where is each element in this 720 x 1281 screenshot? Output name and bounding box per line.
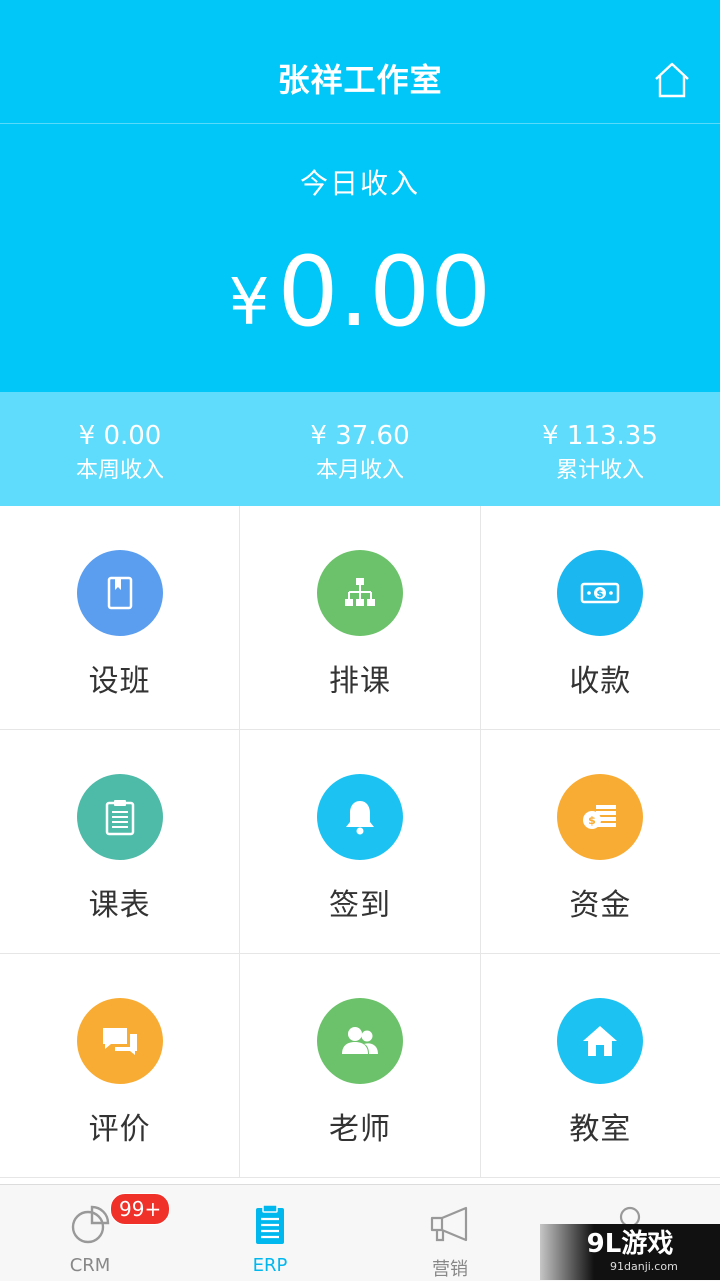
clipboard-icon [76,774,163,860]
tab-label: 营销 [432,1259,468,1280]
grid-item-label: 资金 [569,888,632,923]
header-bar: 张祥工作室 [0,0,720,124]
megaphone-icon [428,1203,472,1247]
cash-icon: $ [557,550,644,636]
grid-item-timetable[interactable]: 课表 [0,730,241,953]
page-title: 张祥工作室 [277,61,443,99]
grid-item-label: 收款 [569,664,632,699]
amount-value: 0.00 [277,236,492,348]
grid-item-reviews[interactable]: 评价 [0,954,241,1177]
grid-item-label: 教室 [569,1112,632,1147]
today-income-label: 今日收入 [299,167,420,200]
grid-item-label: 排课 [328,664,391,699]
grid-item-payment[interactable]: $ 收款 [481,506,720,729]
notification-badge: 99+ [110,1193,171,1225]
grid-item-label: 评价 [88,1112,151,1147]
today-income-panel: 今日收入 ¥0.00 [0,124,720,392]
tab-label: CRM [69,1255,111,1276]
stat-month: ¥ 37.60 本月收入 [240,392,480,506]
stat-value: ¥ 37.60 [310,421,410,451]
feature-grid: 设班 排课 $ 收款 课表 签到 $ 资金 评价 老师 教室 [0,506,720,1178]
tab-label: ERP [252,1255,288,1276]
chat-icon [76,998,163,1084]
income-stats: ¥ 0.00 本周收入 ¥ 37.60 本月收入 ¥ 113.35 累计收入 [0,392,720,506]
home-icon[interactable] [652,60,692,100]
stat-label: 本月收入 [315,458,404,483]
grid-item-label: 签到 [328,888,391,923]
currency-symbol: ¥ [228,266,270,340]
watermark-url: 91danji.com [610,1260,678,1273]
stat-value: ¥ 113.35 [542,421,658,451]
grid-item-funds[interactable]: $ 资金 [481,730,720,953]
tab-marketing[interactable]: 营销 [360,1185,540,1281]
grid-item-class-setup[interactable]: 设班 [0,506,241,729]
house-icon [557,998,644,1084]
grid-item-label: 设班 [88,664,151,699]
stat-value: ¥ 0.00 [78,421,162,451]
grid-item-checkin[interactable]: 签到 [240,730,481,953]
clipboard-icon [248,1203,292,1247]
org-chart-icon [316,550,403,636]
tab-crm[interactable]: 99+ CRM [0,1185,180,1281]
bell-icon [316,774,403,860]
users-icon [316,998,403,1084]
stat-week: ¥ 0.00 本周收入 [0,392,240,506]
grid-item-label: 老师 [328,1112,391,1147]
stat-label: 累计收入 [555,458,644,483]
grid-item-classrooms[interactable]: 教室 [481,954,720,1177]
pie-chart-icon [68,1203,112,1247]
stat-label: 本周收入 [75,458,164,483]
tab-erp[interactable]: ERP [180,1185,360,1281]
coins-icon: $ [557,774,644,860]
grid-item-label: 课表 [88,888,151,923]
today-income-amount: ¥0.00 [0,242,720,342]
grid-item-scheduling[interactable]: 排课 [240,506,481,729]
watermark-logo: 9L游戏 91danji.com [540,1224,720,1280]
stat-total: ¥ 113.35 累计收入 [480,392,720,506]
watermark-brand: 9L游戏 [586,1229,674,1259]
svg-text:$: $ [588,814,596,827]
svg-text:$: $ [597,589,604,600]
book-icon [76,550,163,636]
grid-item-teachers[interactable]: 老师 [240,954,481,1177]
